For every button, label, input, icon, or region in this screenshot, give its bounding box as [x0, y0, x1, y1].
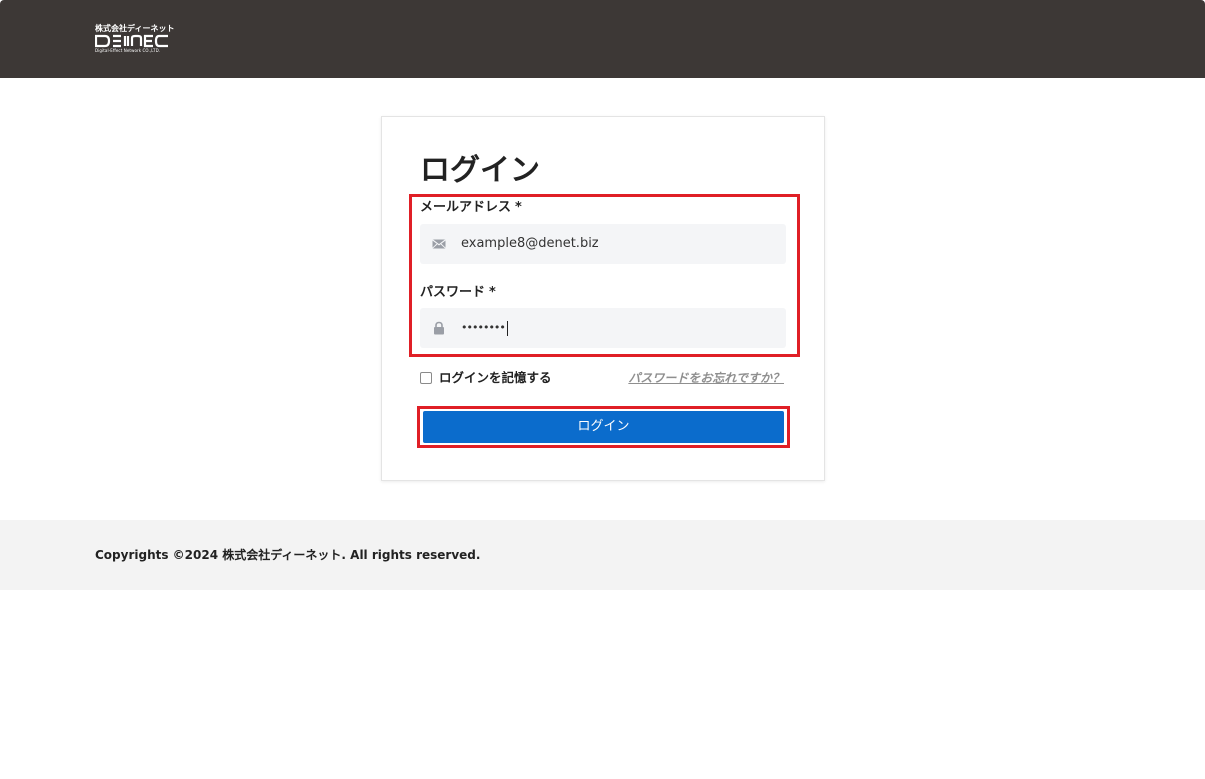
- page-title: ログイン: [420, 153, 540, 188]
- login-card: ログイン メールアドレス * example8@denet.biz パスワード * …: [381, 116, 825, 481]
- email-label-text: メールアドレス: [420, 200, 512, 215]
- logo-company-name: 株式会社ディーネット: [95, 24, 175, 33]
- email-value: example8@denet.biz: [461, 236, 599, 251]
- remember-me-checkbox[interactable]: [420, 372, 432, 384]
- email-field[interactable]: example8@denet.biz: [420, 224, 786, 264]
- email-required-mark: *: [515, 200, 522, 215]
- logo-subtitle: Digital-Effect Network CO.,LTD.: [95, 48, 161, 53]
- email-label: メールアドレス *: [420, 200, 522, 216]
- password-dots: ••••••••: [461, 321, 506, 334]
- envelope-icon: [432, 239, 446, 249]
- password-value: ••••••••: [461, 320, 508, 336]
- site-header: 株式会社ディーネット Digital-Effect Network CO.,LT…: [0, 0, 1205, 78]
- lock-icon: [434, 321, 444, 335]
- denet-logo[interactable]: 株式会社ディーネット Digital-Effect Network CO.,LT…: [95, 24, 175, 56]
- page: 株式会社ディーネット Digital-Effect Network CO.,LT…: [0, 0, 1205, 779]
- remember-me-label: ログインを記憶する: [439, 370, 552, 385]
- logo-mark-icon: [95, 34, 168, 48]
- password-field[interactable]: ••••••••: [420, 308, 786, 348]
- copyright-text: Copyrights ©2024 株式会社ディーネット. All rights …: [95, 548, 481, 562]
- site-footer: Copyrights ©2024 株式会社ディーネット. All rights …: [0, 520, 1205, 590]
- login-button[interactable]: ログイン: [423, 411, 784, 443]
- password-label: パスワード *: [420, 285, 496, 301]
- forgot-password-link[interactable]: パスワードをお忘れですか？: [628, 370, 784, 386]
- text-caret: [506, 320, 508, 336]
- remember-me-option[interactable]: ログインを記憶する: [420, 370, 552, 386]
- password-required-mark: *: [489, 285, 496, 300]
- password-label-text: パスワード: [420, 285, 486, 300]
